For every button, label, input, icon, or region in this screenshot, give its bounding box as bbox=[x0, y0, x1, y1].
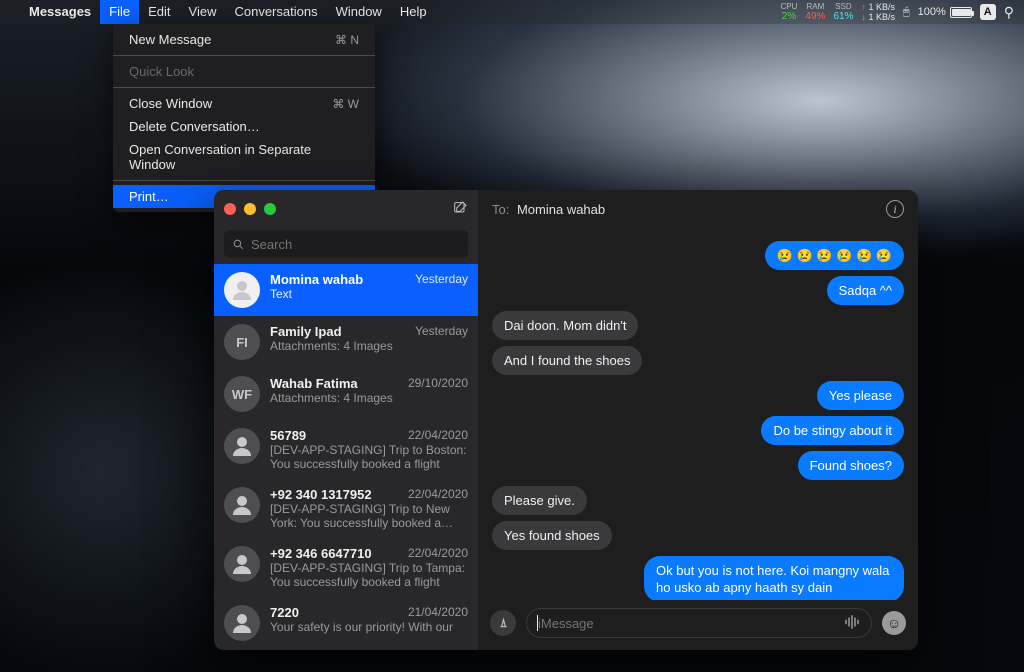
chat-recipient[interactable]: Momina wahab bbox=[517, 202, 605, 217]
menu-app[interactable]: Messages bbox=[20, 0, 100, 24]
details-icon[interactable]: i bbox=[886, 200, 904, 218]
conversation-name: 7220 bbox=[270, 605, 299, 620]
conversation-item[interactable]: 56789 22/04/2020[DEV-APP-STAGING] Trip to… bbox=[214, 420, 478, 479]
message-field[interactable] bbox=[526, 608, 872, 638]
menu-conversations[interactable]: Conversations bbox=[225, 0, 326, 24]
system-stats: CPU2% RAM49% SSD61% 1 KB/s1 KB/s 🖱 100% … bbox=[781, 2, 1014, 22]
message-input[interactable] bbox=[538, 616, 843, 631]
bluetooth-icon[interactable]: ⚲ bbox=[1004, 4, 1014, 21]
zoom-window-button[interactable] bbox=[264, 203, 276, 215]
app-store-icon[interactable] bbox=[490, 610, 516, 636]
menubar: Messages File Edit View Conversations Wi… bbox=[0, 0, 1024, 24]
conversation-item[interactable]: FI Family Ipad YesterdayAttachments: 4 Ima… bbox=[214, 316, 478, 368]
menu-delete-conversation[interactable]: Delete Conversation… bbox=[113, 115, 375, 138]
chat-pane: To: Momina wahab i 😢 😢 😢 😢 😢 😢 Sadqa ^^ Da… bbox=[478, 190, 918, 650]
conversation-preview: Attachments: 4 Images bbox=[270, 391, 468, 405]
outgoing-message[interactable]: Yes please bbox=[817, 381, 904, 410]
close-window-button[interactable] bbox=[224, 203, 236, 215]
conversation-item[interactable]: WF Wahab Fatima 29/10/2020Attachments: 4 I… bbox=[214, 368, 478, 420]
input-source-icon[interactable]: A bbox=[980, 4, 996, 20]
search-input[interactable] bbox=[251, 237, 460, 252]
menu-view[interactable]: View bbox=[180, 0, 226, 24]
chat-header: To: Momina wahab i bbox=[478, 190, 918, 228]
outgoing-message[interactable]: Found shoes? bbox=[798, 451, 904, 480]
window-controls bbox=[224, 203, 276, 215]
battery-indicator[interactable]: 100% bbox=[918, 6, 972, 18]
conversation-preview: Your safety is our priority! With our bbox=[270, 620, 468, 634]
conversation-time: 22/04/2020 bbox=[408, 428, 468, 443]
conversation-name: Momina wahab bbox=[270, 272, 363, 287]
outgoing-message[interactable]: Ok but you is not here. Koi mangny wala … bbox=[644, 556, 904, 600]
avatar bbox=[224, 272, 260, 308]
outgoing-message[interactable]: 😢 😢 😢 😢 😢 😢 bbox=[765, 241, 904, 270]
conversation-name: 56789 bbox=[270, 428, 306, 443]
incoming-message[interactable]: Yes found shoes bbox=[492, 521, 612, 550]
conversation-time: 22/04/2020 bbox=[408, 546, 468, 561]
conversation-time: 29/10/2020 bbox=[408, 376, 468, 391]
battery-icon bbox=[950, 7, 972, 18]
search-bar[interactable] bbox=[224, 230, 468, 258]
search-icon bbox=[232, 238, 245, 251]
avatar bbox=[224, 428, 260, 464]
incoming-message[interactable]: Dai doon. Mom didn't bbox=[492, 311, 638, 340]
conversation-name: Wahab Fatima bbox=[270, 376, 358, 391]
menu-new-message[interactable]: New Message⌘ N bbox=[113, 28, 375, 51]
conversation-list[interactable]: Momina wahabYesterdayTextFIFamily IpadYe… bbox=[214, 264, 478, 650]
menu-quick-look: Quick Look bbox=[113, 60, 375, 83]
conversation-item[interactable]: Momina wahab YesterdayText bbox=[214, 264, 478, 316]
incoming-message[interactable]: And I found the shoes bbox=[492, 346, 642, 375]
menu-close-window[interactable]: Close Window⌘ W bbox=[113, 92, 375, 115]
incoming-message[interactable]: Please give. bbox=[492, 486, 587, 515]
message-list[interactable]: 😢 😢 😢 😢 😢 😢 Sadqa ^^ Dai doon. Mom didn't A… bbox=[478, 228, 918, 600]
conversation-name: +92 346 6647710 bbox=[270, 546, 372, 561]
conversation-time: Yesterday bbox=[415, 272, 468, 287]
conversation-preview: [DEV-APP-STAGING] Trip to Tampa: You suc… bbox=[270, 561, 468, 589]
menu-window[interactable]: Window bbox=[327, 0, 391, 24]
conversation-item[interactable]: 7220 21/04/2020Your safety is our priorit… bbox=[214, 597, 478, 649]
conversation-name: +92 340 1317952 bbox=[270, 487, 372, 502]
mouse-icon: 🖱 bbox=[903, 6, 910, 19]
emoji-picker-icon[interactable]: ☺ bbox=[882, 611, 906, 635]
avatar: WF bbox=[224, 376, 260, 412]
avatar bbox=[224, 605, 260, 641]
conversation-name: Family Ipad bbox=[270, 324, 342, 339]
conversation-time: 22/04/2020 bbox=[408, 487, 468, 502]
avatar: FI bbox=[224, 324, 260, 360]
outgoing-message[interactable]: Do be stingy about it bbox=[761, 416, 904, 445]
conversation-preview: [DEV-APP-STAGING] Trip to Boston: You su… bbox=[270, 443, 468, 471]
compose-icon[interactable] bbox=[452, 200, 468, 219]
menu-help[interactable]: Help bbox=[391, 0, 436, 24]
conversation-preview: [DEV-APP-STAGING] Trip to New York: You … bbox=[270, 502, 468, 530]
messages-window: Momina wahabYesterdayTextFIFamily IpadYe… bbox=[214, 190, 918, 650]
outgoing-message[interactable]: Sadqa ^^ bbox=[827, 276, 904, 305]
conversation-time: 21/04/2020 bbox=[408, 605, 468, 620]
conversation-time: Yesterday bbox=[415, 324, 468, 339]
audio-message-icon[interactable] bbox=[843, 613, 861, 634]
conversation-preview: Text bbox=[270, 287, 468, 301]
composer: ☺ bbox=[478, 600, 918, 650]
avatar bbox=[224, 546, 260, 582]
menu-edit[interactable]: Edit bbox=[139, 0, 179, 24]
conversation-item[interactable]: +92 340 1317952 22/04/2020[DEV-APP-STAGIN… bbox=[214, 479, 478, 538]
file-menu-dropdown: New Message⌘ N Quick Look Close Window⌘ … bbox=[113, 24, 375, 212]
conversation-preview: Attachments: 4 Images bbox=[270, 339, 468, 353]
sidebar: Momina wahabYesterdayTextFIFamily IpadYe… bbox=[214, 190, 478, 650]
menu-open-separate[interactable]: Open Conversation in Separate Window bbox=[113, 138, 375, 176]
minimize-window-button[interactable] bbox=[244, 203, 256, 215]
avatar bbox=[224, 487, 260, 523]
menu-file[interactable]: File bbox=[100, 0, 139, 24]
conversation-item[interactable]: +92 346 6647710 22/04/2020[DEV-APP-STAGIN… bbox=[214, 538, 478, 597]
